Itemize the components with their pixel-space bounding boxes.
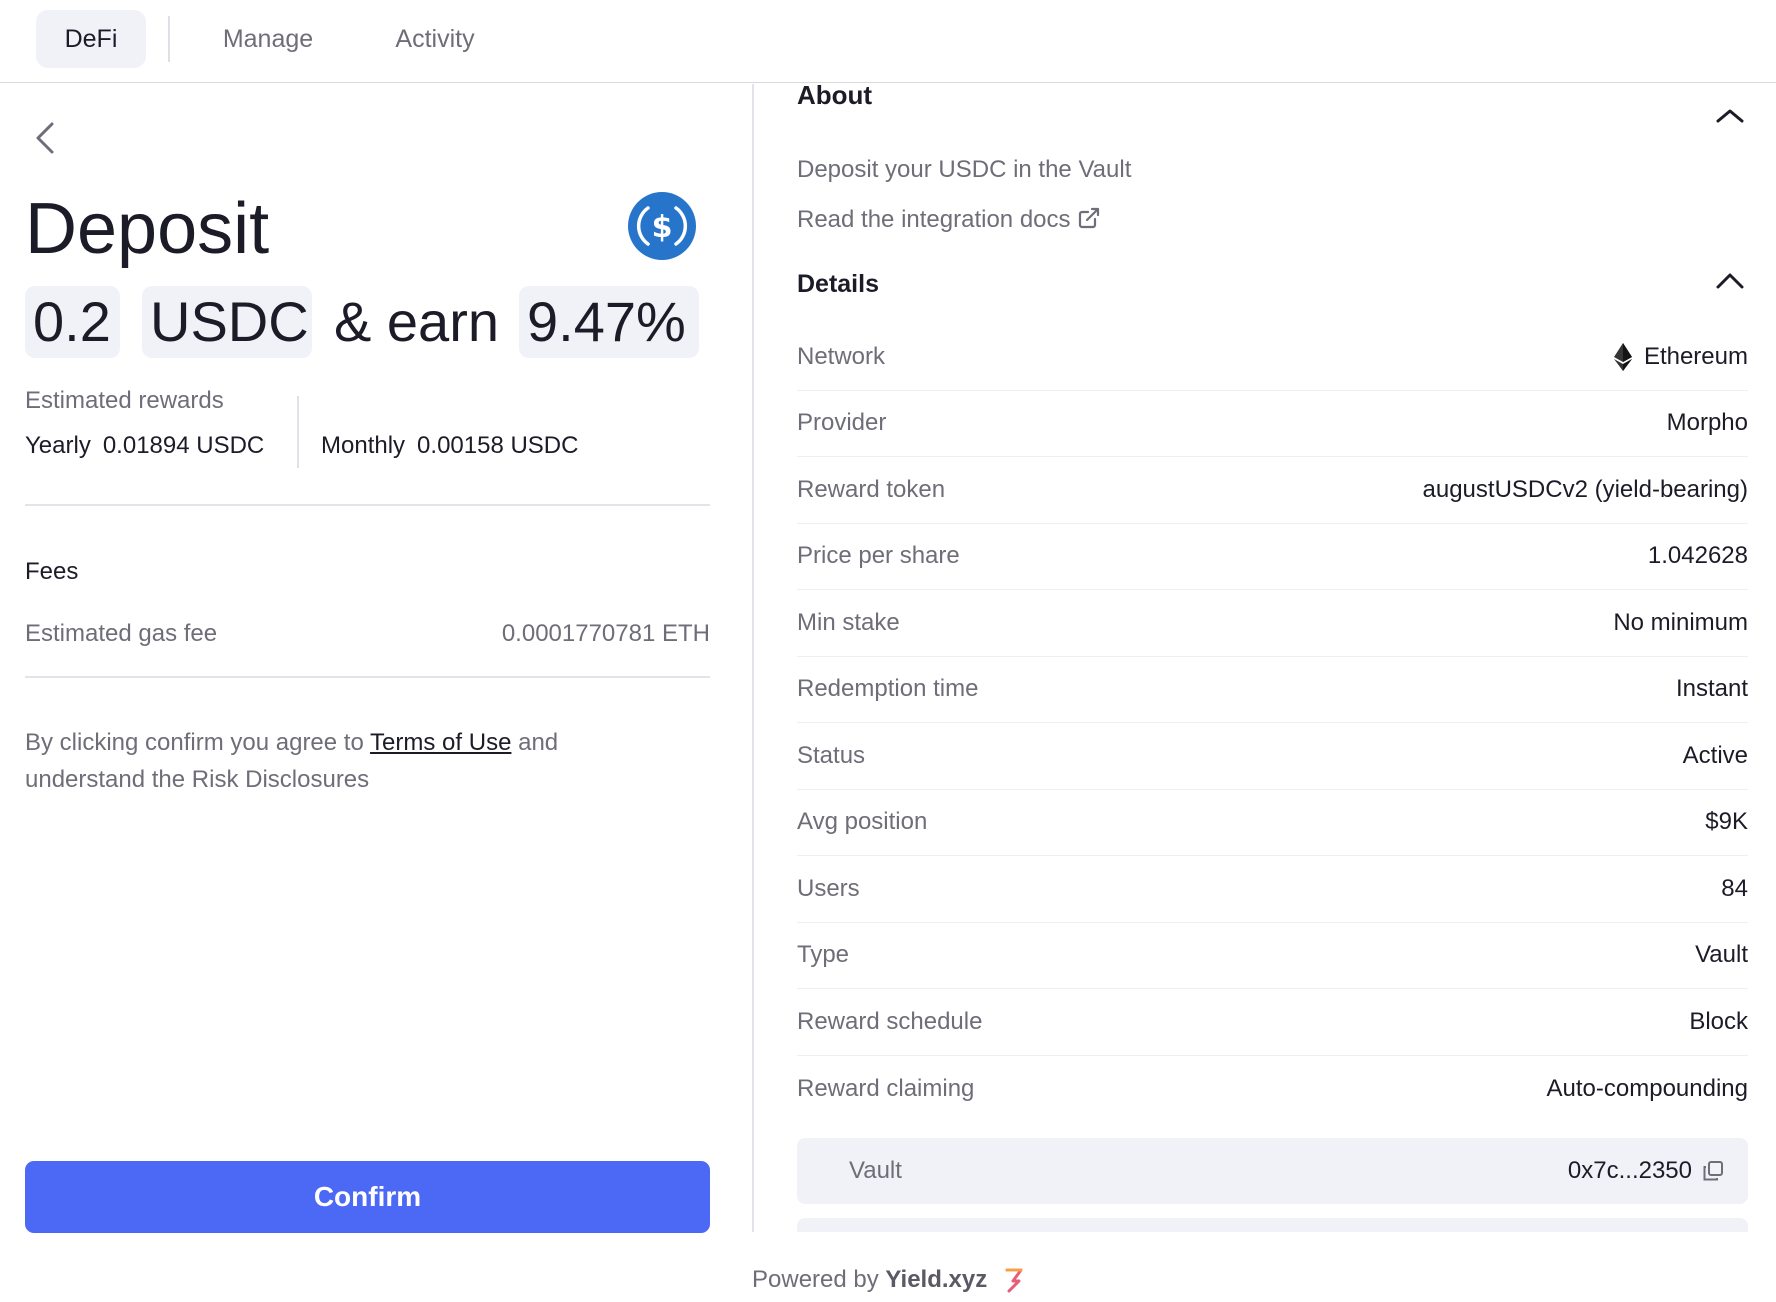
next-address-box: [797, 1218, 1748, 1232]
terms-prefix: By clicking confirm you agree to: [25, 729, 364, 756]
svg-text:$: $: [652, 210, 673, 245]
yearly-value: 0.01894 USDC: [102, 432, 265, 459]
chevron-up-icon[interactable]: [1715, 272, 1745, 290]
fees-heading: Fees: [25, 558, 79, 585]
yearly-label: Yearly: [25, 432, 91, 459]
chevron-up-icon[interactable]: [1715, 108, 1745, 124]
brand-name: Yield.xyz: [885, 1266, 988, 1293]
gas-fee-label: Estimated gas fee: [25, 620, 218, 647]
detail-row-status: Status Active: [797, 723, 1748, 790]
amount-input[interactable]: 0.2: [25, 286, 120, 358]
nav-divider: [168, 16, 170, 62]
ethereum-icon: [1613, 342, 1632, 371]
detail-row-users: Users 84: [797, 856, 1748, 923]
detail-row-network: Network Ethereum: [797, 324, 1748, 391]
detail-label: Status: [797, 741, 866, 769]
chevron-left-icon: [36, 122, 54, 154]
about-description: Deposit your USDC in the Vault: [797, 156, 1132, 183]
powered-by-label: Powered by: [752, 1266, 879, 1293]
rewards-divider: [297, 396, 299, 468]
estimated-rewards-label: Estimated rewards: [25, 387, 224, 414]
detail-value: No minimum: [1613, 608, 1748, 636]
detail-value: 84: [1721, 874, 1748, 902]
earn-label: & earn: [334, 290, 499, 353]
usdc-logo-icon: $: [628, 192, 696, 260]
detail-row-provider: Provider Morpho: [797, 391, 1748, 457]
top-navigation: DeFi Manage Activity: [0, 0, 1776, 83]
tab-manage[interactable]: Manage: [208, 10, 328, 68]
terms-notice: By clicking confirm you agree to Terms o…: [25, 724, 665, 798]
vault-label: Vault: [849, 1157, 902, 1184]
detail-label: Network: [797, 342, 886, 370]
detail-label: Price per share: [797, 542, 960, 570]
monthly-reward: Monthly 0.00158 USDC: [321, 432, 578, 460]
detail-row-price-per-share: Price per share 1.042628: [797, 524, 1748, 590]
detail-row-reward-claiming: Reward claiming Auto-compounding: [797, 1056, 1748, 1123]
about-heading: About: [797, 84, 873, 110]
tab-activity[interactable]: Activity: [370, 10, 500, 68]
vault-address-box: Vault 0x7c...2350: [797, 1138, 1748, 1204]
vault-address[interactable]: 0x7c...2350: [1568, 1157, 1724, 1185]
page-title: Deposit: [25, 189, 270, 269]
terms-of-use-link[interactable]: Terms of Use: [370, 729, 511, 756]
detail-row-type: Type Vault: [797, 923, 1748, 989]
detail-label: Reward token: [797, 475, 946, 503]
detail-value: augustUSDCv2 (yield-bearing): [1422, 475, 1748, 503]
details-list: Network Ethereum Provider Morpho Reward …: [797, 324, 1748, 1122]
detail-value: Vault: [1695, 941, 1748, 969]
details-panel: About Deposit your USDC in the Vault Rea…: [755, 84, 1776, 1232]
apy-value: 9.47%: [519, 286, 699, 358]
confirm-button[interactable]: Confirm: [25, 1161, 710, 1233]
detail-row-reward-token: Reward token augustUSDCv2 (yield-bearing…: [797, 457, 1748, 524]
detail-label: Avg position: [797, 808, 928, 836]
detail-label: Redemption time: [797, 675, 979, 703]
divider: [25, 676, 710, 678]
integration-docs-label: Read the integration docs: [797, 206, 1071, 233]
yield-logo-icon: [1005, 1268, 1023, 1293]
token-selector[interactable]: USDC: [142, 286, 312, 358]
vault-address-value: 0x7c...2350: [1567, 1157, 1692, 1184]
powered-by-footer: Powered by Yield.xyz: [752, 1266, 1024, 1294]
details-heading: Details: [797, 270, 879, 298]
network-value: Ethereum: [1643, 342, 1748, 370]
detail-value: Ethereum: [1613, 342, 1748, 371]
detail-value: Auto-compounding: [1546, 1074, 1748, 1102]
copy-icon[interactable]: [1702, 1160, 1724, 1182]
deposit-panel: Deposit $ 0.2 USDC & earn 9.47% Estimate…: [0, 84, 750, 1233]
detail-label: Users: [797, 874, 860, 902]
detail-row-avg-position: Avg position $9K: [797, 790, 1748, 856]
external-link-icon: [1078, 207, 1099, 229]
tab-defi[interactable]: DeFi: [36, 10, 146, 68]
back-button[interactable]: [28, 118, 64, 158]
detail-value: Active: [1682, 741, 1748, 769]
detail-value: Block: [1689, 1007, 1748, 1035]
detail-value: $9K: [1705, 808, 1748, 836]
gas-fee-value: 0.0001770781 ETH: [501, 620, 710, 647]
detail-label: Provider: [797, 409, 887, 437]
detail-value: Morpho: [1666, 409, 1748, 437]
divider: [25, 504, 710, 506]
integration-docs-link[interactable]: Read the integration docs: [797, 206, 1101, 234]
detail-value: Instant: [1675, 675, 1748, 703]
monthly-value: 0.00158 USDC: [417, 432, 579, 459]
yearly-reward: Yearly 0.01894 USDC: [25, 432, 264, 460]
detail-label: Min stake: [797, 608, 900, 636]
detail-row-redemption-time: Redemption time Instant: [797, 657, 1748, 723]
detail-value: 1.042628: [1647, 542, 1748, 570]
detail-row-reward-schedule: Reward schedule Block: [797, 989, 1748, 1056]
detail-label: Reward schedule: [797, 1007, 983, 1035]
detail-label: Reward claiming: [797, 1074, 975, 1102]
deposit-summary: 0.2 USDC & earn 9.47%: [25, 286, 725, 358]
detail-row-min-stake: Min stake No minimum: [797, 590, 1748, 657]
panel-divider: [752, 84, 754, 1232]
detail-label: Type: [797, 941, 850, 969]
monthly-label: Monthly: [321, 432, 406, 459]
